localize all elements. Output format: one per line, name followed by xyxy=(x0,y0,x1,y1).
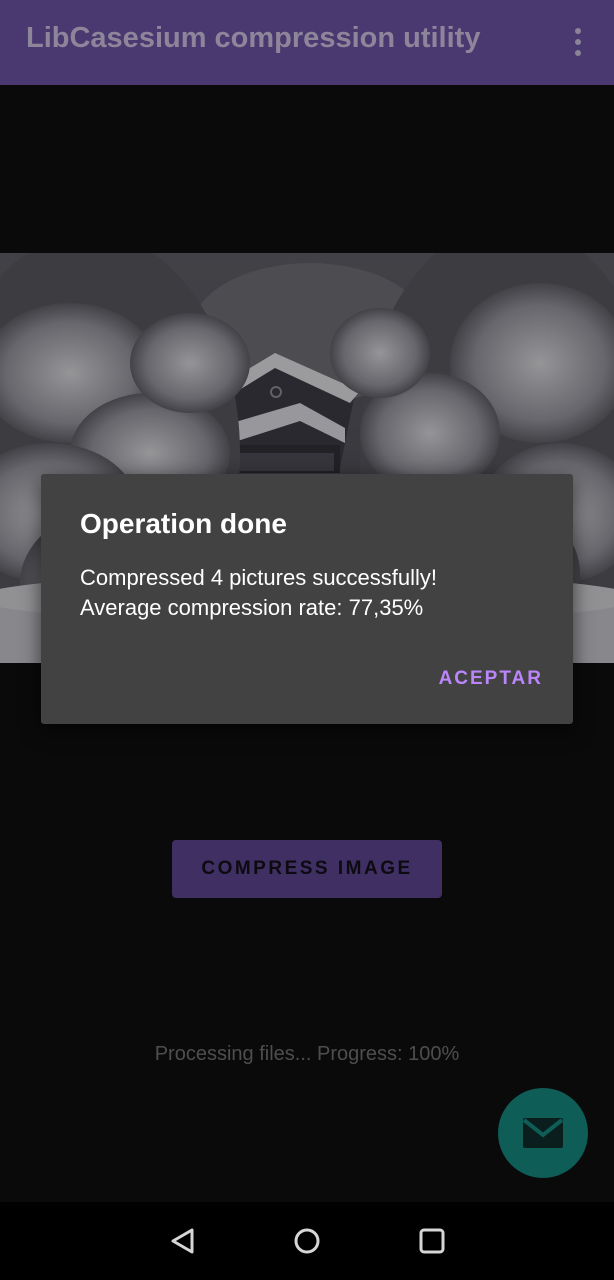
email-fab-button[interactable] xyxy=(498,1088,588,1178)
dialog-message-line: Compressed 4 pictures successfully! xyxy=(80,565,438,590)
back-triangle-icon[interactable] xyxy=(168,1226,198,1256)
dialog-message: Compressed 4 pictures successfully! Aver… xyxy=(80,563,550,623)
accept-button[interactable]: ACEPTAR xyxy=(439,668,543,690)
email-icon xyxy=(522,1118,564,1148)
dialog-message-line: Average compression rate: 77,35% xyxy=(80,595,424,620)
compress-image-button[interactable]: COMPRESS IMAGE xyxy=(172,840,442,898)
recents-square-icon[interactable] xyxy=(417,1226,447,1256)
operation-done-dialog: Operation done Compressed 4 pictures suc… xyxy=(41,474,573,724)
dialog-title: Operation done xyxy=(80,508,287,539)
progress-status-text: Processing files... Progress: 100% xyxy=(154,1043,460,1065)
app-bar: LibCasesium compression utility xyxy=(0,0,614,85)
more-vert-icon[interactable] xyxy=(566,24,590,60)
home-circle-icon[interactable] xyxy=(292,1226,322,1256)
system-nav-bar xyxy=(0,1202,614,1280)
app-title: LibCasesium compression utility xyxy=(26,22,481,54)
